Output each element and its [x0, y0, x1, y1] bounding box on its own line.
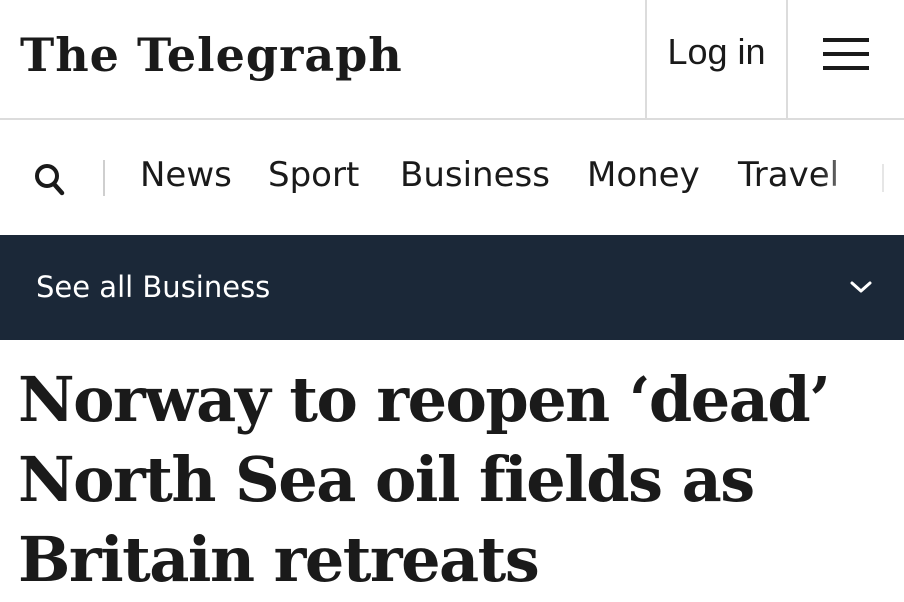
- see-all-business-label: See all Business: [36, 270, 271, 304]
- search-icon: [35, 164, 65, 196]
- headline-line: Britain retreats: [18, 523, 540, 596]
- nav-divider: [103, 160, 105, 196]
- nav-item-sport[interactable]: Sport: [268, 152, 359, 198]
- headline-line: North Sea oil fields as: [18, 443, 755, 516]
- nav-item-business[interactable]: Business: [400, 152, 550, 198]
- menu-button[interactable]: [788, 0, 904, 118]
- login-button[interactable]: Log in: [645, 0, 788, 118]
- site-logo[interactable]: The Telegraph: [20, 22, 403, 88]
- nav-item-money[interactable]: Money: [587, 152, 700, 198]
- search-button[interactable]: [32, 160, 68, 200]
- hamburger-menu-icon: [823, 38, 869, 72]
- chevron-down-icon: [850, 281, 872, 293]
- nav-overflow-hint: [882, 164, 884, 192]
- site-header: The Telegraph Log in: [0, 0, 904, 120]
- section-nav: News Sport Business Money Travel: [0, 120, 904, 235]
- login-label: Log in: [667, 31, 766, 72]
- nav-scroll-fade: [820, 120, 904, 235]
- see-all-business-dropdown[interactable]: See all Business: [0, 235, 904, 340]
- nav-item-news[interactable]: News: [140, 152, 232, 198]
- headline-line: Norway to reopen ‘dead’: [18, 363, 831, 436]
- article-headline: Norway to reopen ‘dead’ North Sea oil fi…: [18, 360, 878, 600]
